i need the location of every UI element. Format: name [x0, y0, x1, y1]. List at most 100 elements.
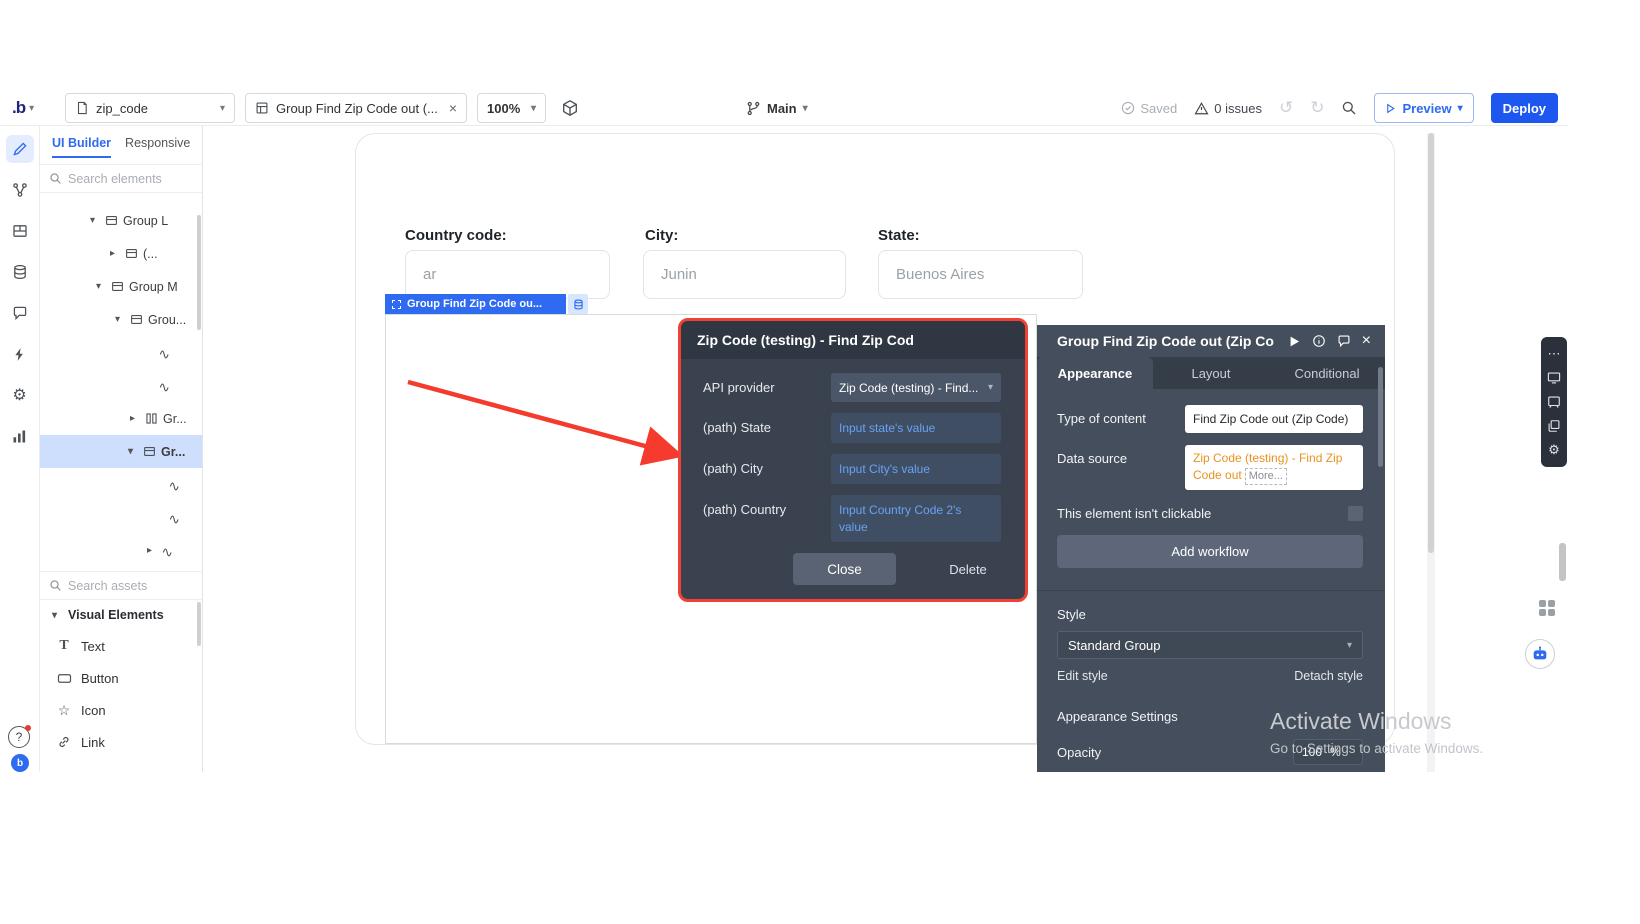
- help-icon[interactable]: ?: [8, 726, 30, 748]
- chevron-right-icon[interactable]: ▸: [110, 248, 120, 259]
- add-workflow-button[interactable]: Add workflow: [1057, 535, 1363, 568]
- delete-button[interactable]: Delete: [933, 553, 1003, 585]
- layers-icon[interactable]: [1546, 418, 1562, 434]
- tree-item[interactable]: ▸ (...: [40, 237, 202, 270]
- path-country-expression[interactable]: Input Country Code 2's value: [831, 495, 1001, 541]
- logs-chart-icon[interactable]: [6, 422, 34, 450]
- data-source-label: Data source: [1057, 445, 1185, 466]
- issues-indicator[interactable]: 0 issues: [1194, 101, 1262, 116]
- redo-icon[interactable]: ↻: [1310, 98, 1324, 118]
- chevron-down-icon[interactable]: ▾: [115, 314, 125, 325]
- more-chip[interactable]: More...: [1245, 468, 1287, 485]
- chevron-right-icon[interactable]: ▸: [130, 413, 140, 424]
- bubble-badge-icon[interactable]: b: [11, 754, 29, 772]
- detach-style-link[interactable]: Detach style: [1294, 669, 1363, 683]
- layout-grid-icon[interactable]: [6, 217, 34, 245]
- path-city-expression[interactable]: Input City's value: [831, 454, 1001, 484]
- api-provider-dropdown[interactable]: Zip Code (testing) - Find... ▾: [831, 373, 1001, 402]
- component-library-icon[interactable]: [561, 99, 579, 117]
- undo-icon[interactable]: ↺: [1279, 98, 1293, 118]
- app-selector[interactable]: zip_code ▾: [65, 93, 235, 123]
- tree-item[interactable]: ▾ Grou...: [40, 303, 202, 336]
- tab-appearance[interactable]: Appearance: [1037, 357, 1153, 389]
- opacity-field[interactable]: 100%: [1293, 739, 1363, 765]
- more-dots-icon[interactable]: ⋯: [1546, 346, 1562, 362]
- apps-grid-icon[interactable]: [1537, 598, 1557, 618]
- country-code-input[interactable]: ar: [405, 250, 610, 299]
- search-elements-input[interactable]: [68, 172, 180, 186]
- slideshow-icon[interactable]: [1546, 394, 1562, 410]
- palette-item-text[interactable]: T Text: [40, 630, 202, 662]
- canvas-scrollbar-thumb[interactable]: [1428, 133, 1434, 553]
- comments-icon[interactable]: [6, 299, 34, 327]
- tab-responsive[interactable]: Responsive: [125, 136, 190, 158]
- element-icon: [255, 101, 269, 115]
- selected-element-badge[interactable]: Group Find Zip Code ou...: [385, 294, 566, 314]
- chevron-down-icon[interactable]: ▾: [90, 215, 100, 226]
- play-icon[interactable]: [1288, 335, 1301, 348]
- style-dropdown[interactable]: Standard Group ▾: [1057, 631, 1363, 659]
- path-state-expression[interactable]: Input state's value: [831, 413, 1001, 443]
- preview-button[interactable]: Preview ▾: [1374, 93, 1473, 123]
- city-input[interactable]: Junin: [643, 250, 846, 299]
- search-assets-box[interactable]: [40, 571, 202, 600]
- close-button[interactable]: Close: [793, 553, 896, 585]
- close-icon[interactable]: ×: [449, 100, 457, 116]
- tree-item[interactable]: [40, 468, 202, 501]
- gear-icon[interactable]: ⚙: [1546, 442, 1562, 458]
- play-icon: [1385, 103, 1396, 114]
- search-icon[interactable]: [1341, 100, 1357, 116]
- tree-item-selected[interactable]: ▾ Gr...: [40, 435, 202, 468]
- palette-item-icon[interactable]: ☆ Icon: [40, 694, 202, 726]
- chevron-right-icon[interactable]: ▸: [147, 545, 157, 556]
- type-of-content-field[interactable]: Find Zip Code out (Zip Code): [1185, 405, 1363, 433]
- chevron-down-icon[interactable]: ▾: [128, 446, 138, 457]
- clickable-checkbox[interactable]: [1348, 506, 1363, 521]
- tree-item[interactable]: ▾ Group L: [40, 204, 202, 237]
- deploy-button[interactable]: Deploy: [1491, 93, 1558, 123]
- data-source-chip[interactable]: [568, 294, 588, 314]
- info-icon[interactable]: [1312, 334, 1326, 348]
- inspector-title: Group Find Zip Code out (Zip Co: [1057, 333, 1277, 349]
- edit-style-link[interactable]: Edit style: [1057, 669, 1108, 683]
- tree-item[interactable]: [40, 369, 202, 402]
- zoom-selector[interactable]: 100% ▾: [477, 93, 546, 123]
- workflow-icon[interactable]: [6, 176, 34, 204]
- tree-item[interactable]: [40, 501, 202, 534]
- tree-item[interactable]: ▸ Gr...: [40, 402, 202, 435]
- tree-item[interactable]: ▸: [40, 534, 202, 567]
- panel-scrollbar-thumb[interactable]: [197, 215, 201, 330]
- tab-ui-builder[interactable]: UI Builder: [52, 136, 111, 158]
- dialog-title[interactable]: Zip Code (testing) - Find Zip Cod: [681, 321, 1025, 359]
- branch-selector[interactable]: Main ▾: [746, 90, 808, 126]
- visual-elements-header[interactable]: ▾ Visual Elements: [40, 600, 202, 630]
- search-elements-box[interactable]: [40, 164, 202, 193]
- open-page-tab[interactable]: Group Find Zip Code out (... ×: [245, 93, 467, 123]
- tree-item[interactable]: ▾ Group M: [40, 270, 202, 303]
- monitor-icon[interactable]: [1546, 370, 1562, 386]
- tab-layout[interactable]: Layout: [1153, 357, 1269, 389]
- appearance-settings-header: Appearance Settings: [1057, 709, 1363, 724]
- comment-icon[interactable]: [1337, 334, 1351, 348]
- assistant-robot-icon[interactable]: [1525, 639, 1555, 669]
- data-source-field[interactable]: Zip Code (testing) - Find Zip Code outMo…: [1185, 445, 1363, 490]
- tab-conditional[interactable]: Conditional: [1269, 357, 1385, 389]
- design-pencil-icon[interactable]: [6, 135, 34, 163]
- chevron-down-icon[interactable]: ▾: [96, 281, 106, 292]
- palette-item-button[interactable]: Button: [40, 662, 202, 694]
- close-icon[interactable]: ×: [1362, 332, 1371, 350]
- canvas-scrollbar[interactable]: [1427, 133, 1435, 772]
- input-value: ar: [423, 266, 436, 283]
- tree-item[interactable]: [40, 336, 202, 369]
- inspector-scrollbar-thumb[interactable]: [1378, 367, 1383, 467]
- settings-gear-icon[interactable]: ⚙: [6, 381, 34, 409]
- bubble-logo-menu[interactable]: .b ▾: [12, 90, 34, 126]
- panel-scrollbar-thumb[interactable]: [197, 602, 201, 646]
- search-assets-input[interactable]: [68, 579, 180, 593]
- window-scrollbar-thumb[interactable]: [1559, 543, 1566, 581]
- plugins-bolt-icon[interactable]: [6, 340, 34, 368]
- palette-item-link[interactable]: Link: [40, 726, 202, 758]
- database-icon[interactable]: [6, 258, 34, 286]
- state-input[interactable]: Buenos Aires: [878, 250, 1083, 299]
- input-value: Buenos Aires: [896, 266, 984, 283]
